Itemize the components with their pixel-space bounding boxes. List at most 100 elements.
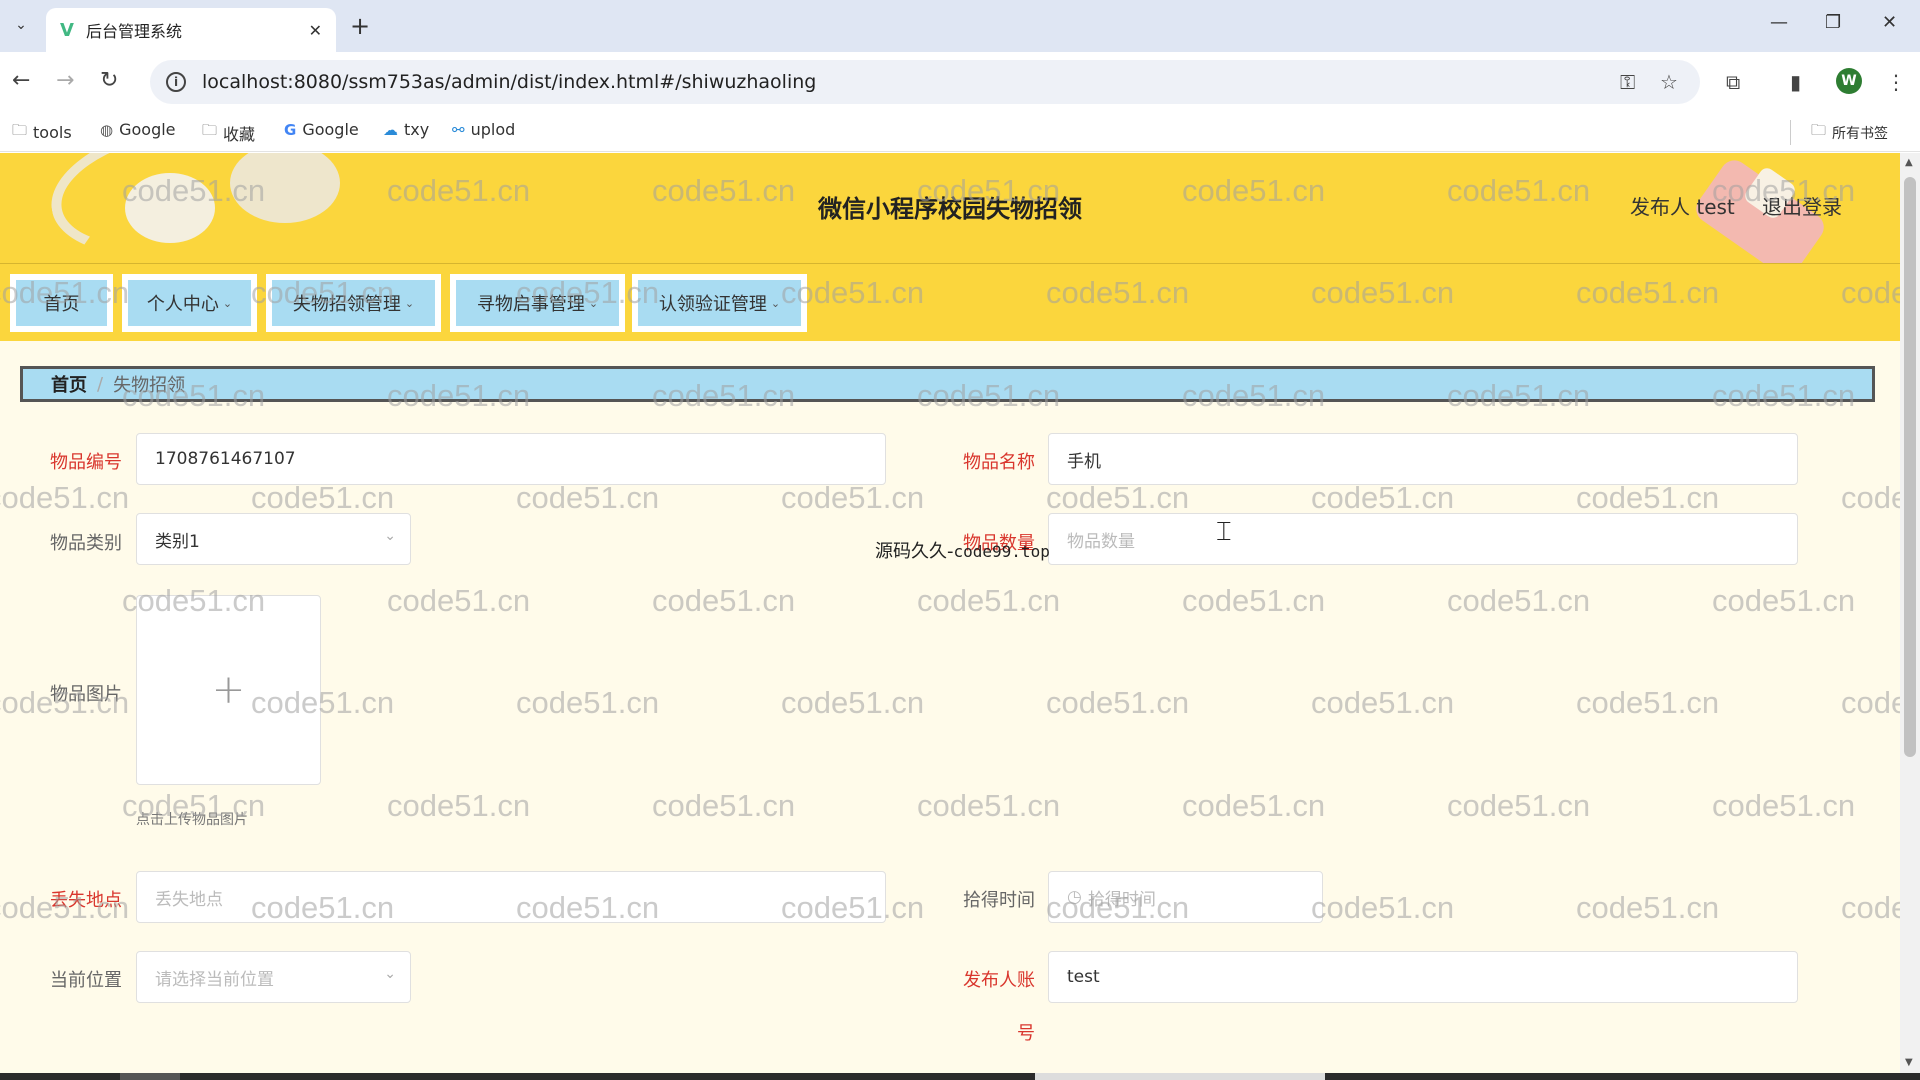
password-key-icon[interactable]: ⚿ xyxy=(1620,70,1635,94)
new-tab-button[interactable]: + xyxy=(350,12,370,40)
watermark-text: code51.cn xyxy=(1576,480,1720,515)
page-scrollbar[interactable]: ▲ ▼ xyxy=(1900,153,1920,1073)
watermark-text: code51.cn xyxy=(1712,788,1856,823)
site-info-icon[interactable]: i xyxy=(166,72,186,92)
bookmarks-bar: 🗀 tools ◍ Google 🗀 收藏 G Google ☁ txy ⚯ uplod 🗀… xyxy=(0,112,1920,152)
bookmark-favorites[interactable]: 🗀 收藏 xyxy=(202,120,255,145)
overlay-watermark-text: 源码久久-code99.top xyxy=(875,541,1050,562)
upload-hint: 点击上传物品图片 xyxy=(136,812,248,828)
image-upload-button[interactable]: + xyxy=(136,595,321,785)
breadcrumb-current: 失物招领 xyxy=(113,375,186,396)
watermark-text: code51.cn xyxy=(652,583,796,618)
watermark-text: code51.cn xyxy=(917,788,1061,823)
url-text[interactable]: localhost:8080/ssm753as/admin/dist/index… xyxy=(202,71,816,93)
bookmark-txy[interactable]: ☁ txy xyxy=(383,120,429,139)
folder-icon: 🗀 xyxy=(202,121,218,139)
found-time-label: 拾得时间 xyxy=(963,890,1035,911)
item-no-input[interactable]: 1708761467107 xyxy=(136,433,886,485)
tab-close-icon[interactable]: ✕ xyxy=(309,21,322,40)
browser-tab[interactable]: V 后台管理系统 ✕ xyxy=(46,8,336,52)
tab-search-icon[interactable]: ⌄ xyxy=(8,12,34,38)
profile-avatar[interactable]: W xyxy=(1836,68,1862,94)
chevron-down-icon: ⌄ xyxy=(222,296,233,310)
minimize-icon[interactable]: — xyxy=(1770,12,1788,33)
current-location-select[interactable]: 请选择当前位置 ⌄ xyxy=(136,951,411,1003)
breadcrumb-home[interactable]: 首页 xyxy=(51,371,87,397)
bookmark-google-2[interactable]: G Google xyxy=(284,120,359,139)
bookmark-tools[interactable]: 🗀 tools xyxy=(12,120,72,145)
nav-label: 寻物启事管理 xyxy=(476,294,585,315)
watermark-text: code51.cn xyxy=(1447,583,1591,618)
main-nav: 首页 个人中心 ⌄ 失物招领管理 ⌄ 寻物启事管理 ⌄ 认领验证管理 ⌄ xyxy=(0,263,1900,341)
page-content: 微信小程序校园失物招领 发布人 test 退出登录 首页 个人中心 ⌄ 失物招领管… xyxy=(0,153,1900,1073)
watermark-text: code51.cn xyxy=(652,788,796,823)
watermark-text: code51.cn xyxy=(1841,890,1900,925)
scrollbar-thumb[interactable] xyxy=(1904,177,1916,757)
cloud-icon: ☁ xyxy=(383,120,398,139)
globe-icon: ◍ xyxy=(100,120,114,139)
menu-kebab-icon[interactable]: ⋮ xyxy=(1886,70,1906,94)
scroll-down-icon[interactable]: ▼ xyxy=(1905,1057,1913,1068)
reload-icon[interactable]: ↻ xyxy=(100,68,118,93)
bookmark-google[interactable]: ◍ Google xyxy=(100,120,176,139)
site-title: 微信小程序校园失物招领 xyxy=(818,195,1082,223)
chevron-down-icon: ⌄ xyxy=(588,296,599,310)
breadcrumb: 首页 / 失物招领 xyxy=(20,366,1875,402)
extensions-icon[interactable]: ⧉ xyxy=(1726,70,1740,94)
found-time-picker[interactable]: ◷ 拾得时间 xyxy=(1048,871,1323,923)
nav-personal-center[interactable]: 个人中心 ⌄ xyxy=(122,274,257,332)
logout-link[interactable]: 退出登录 xyxy=(1762,191,1842,220)
watermark-text: code51.cn xyxy=(1046,480,1190,515)
nav-label: 首页 xyxy=(43,294,80,315)
nav-lost-found-mgmt[interactable]: 失物招领管理 ⌄ xyxy=(266,274,441,332)
plus-icon: + xyxy=(211,667,246,713)
browser-tabstrip: ⌄ V 后台管理系统 ✕ + — ❐ ✕ xyxy=(0,0,1920,52)
chevron-down-icon: ⌄ xyxy=(770,296,781,310)
watermark-text: code51.cn xyxy=(0,480,130,515)
sidepanel-icon[interactable]: ▮ xyxy=(1790,70,1801,94)
nav-label: 失物招领管理 xyxy=(292,294,401,315)
folder-icon: 🗀 xyxy=(12,121,28,139)
quantity-input[interactable]: 物品数量 xyxy=(1048,513,1798,565)
address-bar[interactable]: i localhost:8080/ssm753as/admin/dist/ind… xyxy=(150,60,1700,104)
restore-icon[interactable]: ❐ xyxy=(1825,12,1841,33)
watermark-text: code51.cn xyxy=(387,583,531,618)
publisher-account-input[interactable]: test xyxy=(1048,951,1798,1003)
item-name-input[interactable]: 手机 xyxy=(1048,433,1798,485)
nav-home[interactable]: 首页 xyxy=(10,274,113,332)
item-name-label: 物品名称 xyxy=(963,452,1035,473)
bookmark-star-icon[interactable]: ☆ xyxy=(1660,70,1678,94)
watermark-text: code51.cn xyxy=(1182,788,1326,823)
category-select[interactable]: 类别1 ⌄ xyxy=(136,513,411,565)
close-window-icon[interactable]: ✕ xyxy=(1882,12,1897,33)
current-location-label: 当前位置 xyxy=(50,970,122,991)
watermark-text: code51.cn xyxy=(516,685,660,720)
watermark-text: code51.cn xyxy=(1447,788,1591,823)
back-icon[interactable]: ← xyxy=(12,68,30,93)
lost-place-input[interactable]: 丢失地点 xyxy=(136,871,886,923)
forward-icon[interactable]: → xyxy=(56,68,74,93)
watermark-text: code51.cn xyxy=(1576,685,1720,720)
scroll-up-icon[interactable]: ▲ xyxy=(1905,157,1913,168)
watermark-text: code51.cn xyxy=(1841,685,1900,720)
chevron-down-icon: ⌄ xyxy=(384,528,396,544)
nav-lost-notice-mgmt[interactable]: 寻物启事管理 ⌄ xyxy=(450,274,625,332)
nav-label: 认领验证管理 xyxy=(658,294,767,315)
image-label: 物品图片 xyxy=(50,684,122,705)
publisher-account-label: 发布人账 xyxy=(963,970,1035,991)
watermark-text: code51.cn xyxy=(1576,890,1720,925)
watermark-text: code51.cn xyxy=(1311,480,1455,515)
all-bookmarks[interactable]: 🗀 所有书签 xyxy=(1790,120,1888,145)
user-info: 发布人 test xyxy=(1630,195,1735,219)
bookmark-uplod[interactable]: ⚯ uplod xyxy=(452,120,515,139)
watermark-text: code51.cn xyxy=(1311,890,1455,925)
item-no-label: 物品编号 xyxy=(50,452,122,473)
share-icon: ⚯ xyxy=(452,120,465,139)
watermark-text: code51.cn xyxy=(1182,583,1326,618)
nav-claim-verify-mgmt[interactable]: 认领验证管理 ⌄ xyxy=(632,274,807,332)
folder-icon: 🗀 xyxy=(1811,121,1827,139)
nav-label: 个人中心 xyxy=(146,294,219,315)
vue-favicon-icon: V xyxy=(60,19,74,41)
watermark-text: code51.cn xyxy=(781,685,925,720)
watermark-text: code51.cn xyxy=(387,788,531,823)
